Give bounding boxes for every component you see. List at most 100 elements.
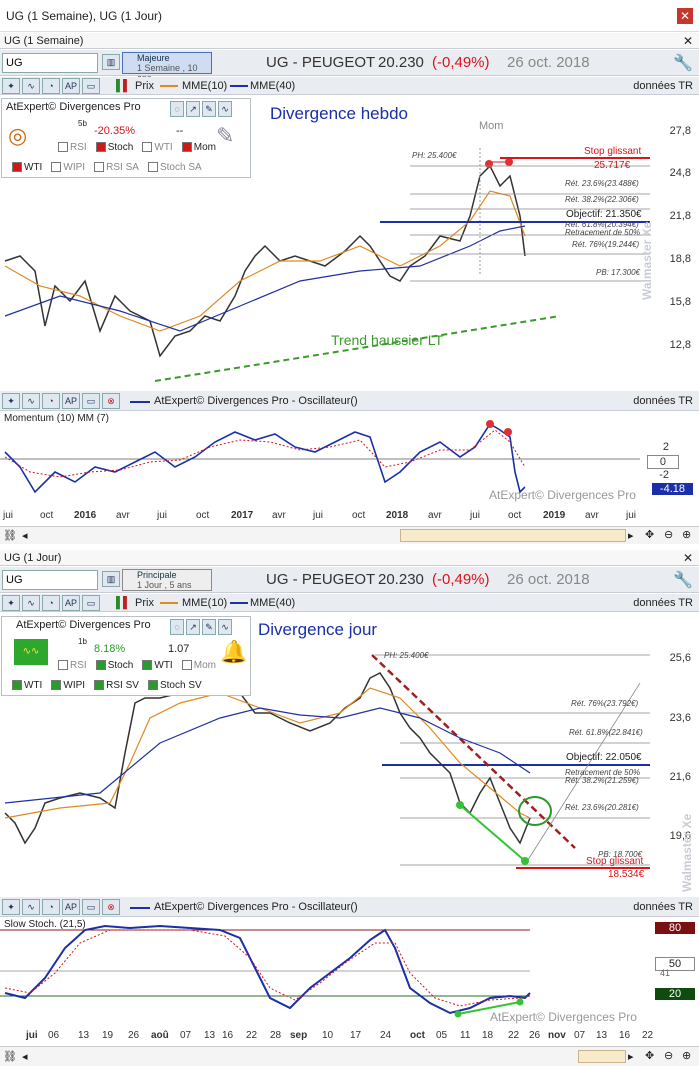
- wrench-icon[interactable]: 🔧: [673, 53, 693, 73]
- daily-scrollbar[interactable]: ⛓ ◂ ▸ ✥ ⊖ ⊕: [0, 1046, 699, 1066]
- osc-title: AtExpert© Divergences Pro - Oscillateur(…: [154, 901, 358, 913]
- zoom-out-icon[interactable]: ⊖: [664, 528, 673, 541]
- move-icon[interactable]: ✥: [645, 528, 654, 541]
- level-stop-value: 25.717€: [594, 160, 631, 171]
- flag2-stochsv[interactable]: Stoch SV: [160, 680, 202, 691]
- symbol-input[interactable]: [2, 53, 98, 73]
- move-icon[interactable]: ✥: [645, 1049, 654, 1062]
- sb-label: 5b: [78, 119, 87, 128]
- daily-x-axis: jui 06 13 19 26 aoû 07 13 16 22 28 sep 1…: [0, 1030, 699, 1044]
- scroll-left-arrow[interactable]: ◂: [22, 1050, 28, 1063]
- daily-pane-titlebar: UG (1 Jour) ✕: [0, 550, 699, 566]
- scroll-right-arrow[interactable]: ▸: [628, 1050, 634, 1063]
- flag2-wti[interactable]: WTI: [24, 680, 42, 691]
- bell-icon[interactable]: 🔔: [220, 639, 247, 665]
- osc-tick-20: 20: [655, 988, 695, 1000]
- osc-tick: -2: [659, 469, 669, 481]
- flag-stoch[interactable]: Stoch: [108, 142, 134, 153]
- close-icon[interactable]: ✕: [677, 8, 693, 24]
- x-tick: jui: [313, 510, 324, 521]
- weekly-chart-toolbar: ✦ ∿ ◔ AP ▭ ▌ ▌ Prix MME(10) MME(40) données T…: [0, 77, 699, 95]
- link-icon[interactable]: ⛓: [3, 529, 17, 542]
- level-stop-value: 18.534€: [608, 869, 645, 880]
- tool-icons[interactable]: ✦ ∿ ◔ AP ▭: [2, 595, 102, 611]
- y-tick: 21,6: [669, 771, 691, 783]
- flag2-stochsa[interactable]: Stoch SA: [160, 162, 202, 173]
- level-r76: Rét. 76%(19.244€): [572, 240, 640, 249]
- close-pane-icon[interactable]: ✕: [683, 34, 693, 48]
- timeframe-selector[interactable]: Principale 1 Jour , 5 ans: [122, 569, 212, 591]
- x-tick: oct: [40, 510, 54, 521]
- flag-rsi[interactable]: RSI: [70, 660, 87, 671]
- flag-mom[interactable]: Mom: [194, 142, 216, 153]
- x-tick: 10: [322, 1030, 334, 1041]
- x-tick: 16: [222, 1030, 234, 1041]
- x-tick: jui: [26, 1030, 38, 1041]
- flag-rsi[interactable]: RSI: [70, 142, 87, 153]
- symbol-input[interactable]: [2, 570, 98, 590]
- x-tick: jui: [3, 510, 14, 521]
- x-tick: 26: [128, 1030, 140, 1041]
- zoom-in-icon[interactable]: ⊕: [682, 1049, 691, 1062]
- tool-icons[interactable]: ✦ ∿ ◔ AP ▭: [2, 78, 102, 94]
- x-tick: 07: [180, 1030, 192, 1041]
- x-tick: jui: [470, 510, 481, 521]
- flag2-wipi[interactable]: WIPI: [63, 680, 85, 691]
- flag2-rsisa[interactable]: RSI SA: [106, 162, 139, 173]
- x-tick: 22: [246, 1030, 258, 1041]
- level-objectif: Objectif: 21.350€: [566, 209, 642, 220]
- scroll-left-arrow[interactable]: ◂: [22, 529, 28, 542]
- mme10-line: [4, 190, 526, 332]
- daily-toolbar: ▥ Principale 1 Jour , 5 ans UG - PEUGEOT…: [0, 567, 699, 593]
- flag-wti[interactable]: WTI: [154, 142, 172, 153]
- scroll-thumb[interactable]: [400, 529, 626, 542]
- x-tick: 2017: [231, 510, 254, 521]
- legend-mme10: MME(10): [182, 597, 228, 609]
- flag2-wti[interactable]: WTI: [24, 162, 42, 173]
- window-titlebar: UG (1 Semaine), UG (1 Jour) ✕: [0, 0, 699, 32]
- flag-stoch[interactable]: Stoch: [108, 660, 134, 671]
- expert-panel: AtExpert© Divergences Pro ◌ ↗ ✎ ∿ ∿∿ 1b 8.1…: [1, 616, 251, 696]
- target-icon: ◎: [8, 123, 28, 148]
- flag2-wipi[interactable]: WIPI: [63, 162, 85, 173]
- annotation-title: Divergence jour: [258, 620, 378, 639]
- zoom-out-icon[interactable]: ⊖: [664, 1049, 673, 1062]
- scroll-right-arrow[interactable]: ▸: [628, 529, 634, 542]
- osc-watermark: AtExpert© Divergences Pro: [490, 1010, 637, 1024]
- x-tick: 2019: [543, 510, 566, 521]
- flag2-rsisv[interactable]: RSI SV: [106, 680, 139, 691]
- flag-wti[interactable]: WTI: [154, 660, 172, 671]
- data-source: données TR: [633, 80, 693, 92]
- book-icon[interactable]: ▥: [102, 571, 120, 587]
- x-tick: nov: [548, 1030, 566, 1041]
- osc-watermark: AtExpert© Divergences Pro: [489, 488, 636, 502]
- weekly-toolbar: ▥ Majeure 1 Semaine , 10 ans UG - PEUGEO…: [0, 50, 699, 83]
- pane-title: UG (1 Semaine): [4, 35, 84, 47]
- flag-mom[interactable]: Mom: [194, 660, 216, 671]
- link-icon[interactable]: ⛓: [3, 1050, 17, 1063]
- book-icon[interactable]: ▥: [102, 54, 120, 70]
- level-ph: PH: 25.400€: [384, 651, 429, 660]
- zoom-in-icon[interactable]: ⊕: [682, 528, 691, 541]
- x-tick: 22: [508, 1030, 520, 1041]
- y-tick: 15,8: [669, 296, 691, 308]
- x-tick: avr: [272, 510, 286, 521]
- expert-icons[interactable]: ◌ ↗ ✎ ∿: [170, 619, 234, 635]
- expert-icons[interactable]: ◌ ↗ ✎ ∿: [170, 101, 234, 117]
- osc-tick: 2: [662, 441, 669, 453]
- divergence-line: [459, 804, 526, 862]
- expert-title: AtExpert© Divergences Pro: [6, 101, 141, 113]
- x-tick: 13: [204, 1030, 216, 1041]
- wrench-icon[interactable]: 🔧: [673, 570, 693, 590]
- weekly-scrollbar[interactable]: ⛓ ◂ ▸ ✥ ⊖ ⊕: [0, 526, 699, 544]
- trend-line: [154, 315, 561, 382]
- header-change: (-0,49%): [432, 54, 490, 71]
- legend-prix: Prix: [135, 80, 154, 92]
- annotation-mom: Mom: [479, 120, 504, 132]
- header-name: UG - PEUGEOT: [266, 571, 376, 588]
- header-date: 26 oct. 2018: [507, 54, 590, 71]
- y-tick: 18,8: [669, 253, 691, 265]
- timeframe-selector[interactable]: Majeure 1 Semaine , 10 ans: [122, 52, 212, 83]
- scroll-thumb[interactable]: [578, 1050, 626, 1063]
- close-pane-icon[interactable]: ✕: [683, 551, 693, 565]
